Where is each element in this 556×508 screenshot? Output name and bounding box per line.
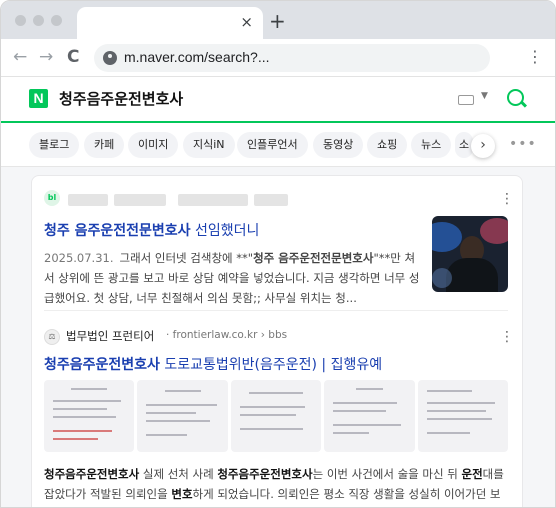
reload-icon[interactable]: C (67, 47, 79, 67)
browser-menu-icon[interactable]: ⋮ (527, 47, 543, 67)
browser-window: × + ← → C m.naver.com/search?... ⋮ N 청주음… (0, 0, 556, 508)
snippet-bold: 청주음주운전변호사 (44, 467, 140, 481)
naver-logo[interactable]: N (29, 89, 48, 108)
tab-image[interactable]: 이미지 (128, 132, 179, 158)
result2-image-strip[interactable] (44, 380, 509, 452)
caret-down-icon[interactable]: ▼ (481, 91, 488, 101)
document-thumbnail[interactable] (137, 380, 228, 452)
results-area: bl ⋮ 청주 음주운전전문변호사 선임했더니 2025.07.31. 그래서 인… (1, 167, 555, 507)
document-thumbnail[interactable] (417, 380, 509, 452)
close-tab-icon[interactable]: × (240, 12, 253, 32)
snippet-bold: 운전 (461, 467, 483, 481)
maximize-window-dot[interactable] (51, 15, 62, 26)
blurred-blog-name (254, 194, 288, 206)
close-window-dot[interactable] (15, 15, 26, 26)
tab-cafe[interactable]: 카페 (84, 132, 125, 158)
back-icon[interactable]: ← (13, 47, 27, 67)
document-thumbnail[interactable] (324, 380, 415, 452)
result2-snippet[interactable]: 청주음주운전변호사 실제 선처 사례 청주음주운전변호사는 이번 사건에서 술을… (44, 464, 508, 507)
result-card: bl ⋮ 청주 음주운전전문변호사 선임했더니 2025.07.31. 그래서 인… (31, 175, 523, 507)
tab-kin[interactable]: 지식iN (183, 132, 235, 158)
snippet-text: 그래서 인터넷 검색창에 **" (119, 251, 254, 265)
blurred-author (114, 194, 166, 206)
tab-influencer[interactable]: 인플루언서 (237, 132, 308, 158)
snippet-text: 실제 선처 사례 (139, 467, 218, 481)
search-icon[interactable] (507, 89, 524, 106)
snippet-bold: 청주 음주운전전문변호사 (253, 251, 374, 265)
result1-title-bold: 청주 음주운전전문변호사 (44, 223, 191, 239)
browser-tab[interactable]: × (77, 7, 263, 39)
result2-title[interactable]: 청주음주운전변호사 도로교통법위반(음주운전) | 집행유예 (44, 354, 382, 374)
blurred-author (68, 194, 108, 206)
snippet-bold: 변호 (171, 487, 193, 501)
blog-icon: bl (44, 190, 60, 206)
document-thumbnail[interactable] (230, 380, 322, 452)
search-tabs: 블로그 카페 이미지 지식iN 인플루언서 동영상 쇼핑 뉴스 소 › ••• (1, 125, 555, 167)
minimize-window-dot[interactable] (33, 15, 44, 26)
blurred-blog-name (178, 194, 248, 206)
naver-header: N 청주음주운전변호사 ▼ (1, 77, 555, 123)
result1-title-rest: 선임했더니 (190, 223, 260, 239)
browser-toolbar: ← → C m.naver.com/search?... ⋮ (1, 39, 555, 77)
result1-title[interactable]: 청주 음주운전전문변호사 선임했더니 (44, 220, 259, 240)
chevron-right-icon[interactable]: › (471, 134, 495, 158)
address-bar[interactable]: m.naver.com/search?... (94, 44, 490, 72)
result1-snippet[interactable]: 2025.07.31. 그래서 인터넷 검색창에 **"청주 음주운전전문변호사"… (44, 248, 422, 308)
result2-title-bold: 청주음주운전변호사 (44, 357, 160, 373)
url-text[interactable]: m.naver.com/search?... (124, 49, 270, 65)
result1-date: 2025.07.31. (44, 251, 114, 265)
snippet-text: 는 이번 사건에서 술을 마신 뒤 (312, 467, 462, 481)
law-firm-icon: ⚖ (44, 329, 60, 345)
divider (44, 310, 508, 311)
document-thumbnail[interactable] (44, 380, 135, 452)
result2-source-name: 법무법인 프런티어 (66, 329, 155, 343)
site-info-icon[interactable] (103, 51, 117, 65)
new-tab-icon[interactable]: + (269, 9, 286, 33)
tab-blog[interactable]: 블로그 (29, 132, 80, 158)
search-query[interactable]: 청주음주운전변호사 (59, 88, 183, 109)
result2-source-url: · frontierlaw.co.kr › bbs (166, 329, 288, 341)
keyboard-icon[interactable] (458, 95, 474, 105)
more-icon[interactable]: ••• (509, 136, 537, 152)
tab-news[interactable]: 뉴스 (411, 132, 452, 158)
tab-video[interactable]: 동영상 (313, 132, 364, 158)
result1-menu-icon[interactable]: ⋮ (500, 192, 514, 206)
result2-menu-icon[interactable]: ⋮ (500, 330, 514, 344)
tab-strip: × + (1, 1, 555, 39)
result1-thumbnail[interactable] (432, 216, 508, 292)
tab-shopping[interactable]: 쇼핑 (367, 132, 408, 158)
result2-title-rest: 도로교통법위반(음주운전) | 집행유예 (159, 357, 383, 373)
forward-icon[interactable]: → (39, 47, 53, 67)
snippet-bold: 청주음주운전변호사 (217, 467, 313, 481)
